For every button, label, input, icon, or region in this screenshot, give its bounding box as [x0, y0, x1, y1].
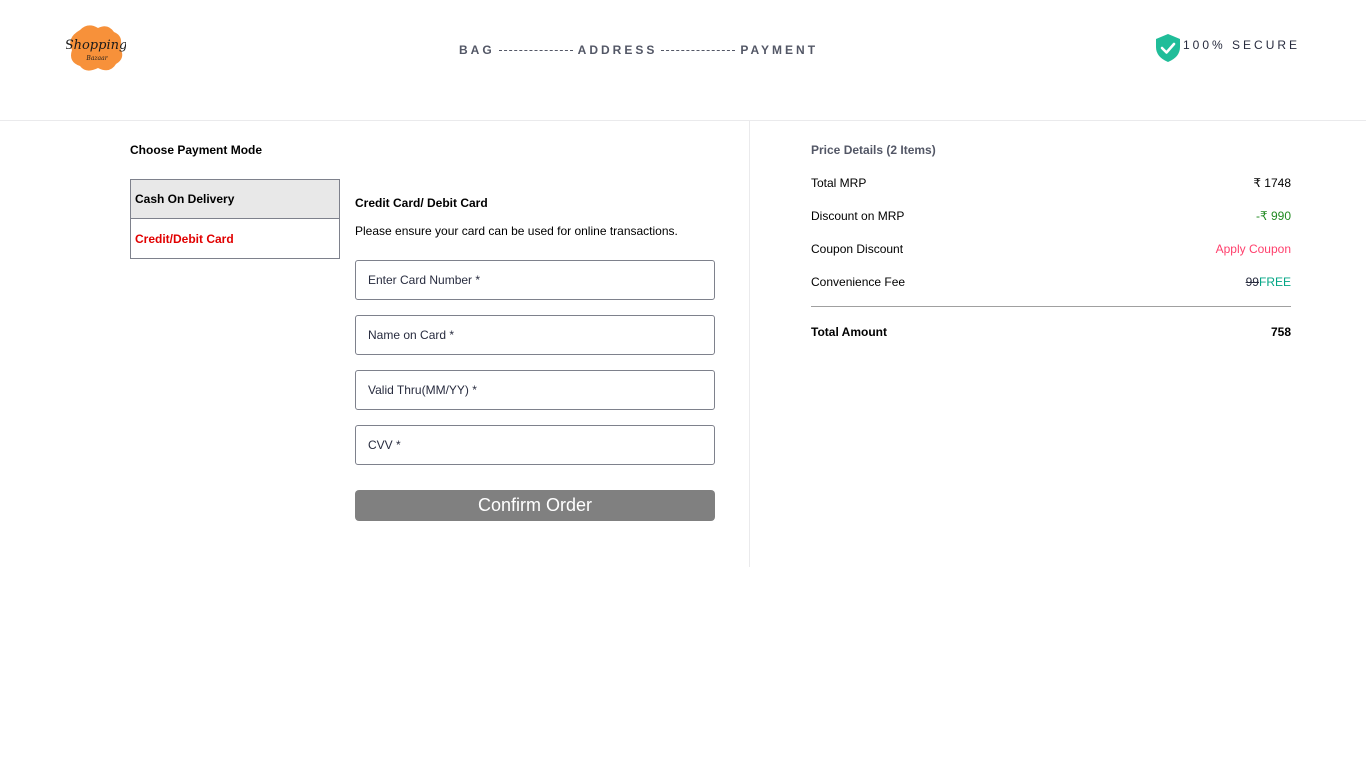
name-on-card-input[interactable] [355, 315, 715, 355]
tab-cash-on-delivery[interactable]: Cash On Delivery [130, 179, 340, 219]
tab-credit-debit-card[interactable]: Credit/Debit Card [130, 219, 340, 259]
price-row-label: Discount on MRP [811, 209, 905, 223]
confirm-order-button[interactable]: Confirm Order [355, 490, 715, 521]
checkout-header: Shopping Bazaar BAG ADDRESS PAYMENT 100%… [0, 0, 1366, 121]
checkout-steps: BAG ADDRESS PAYMENT [459, 42, 818, 58]
price-row-coupon: Coupon Discount Apply Coupon [811, 242, 1291, 256]
total-amount-label: Total Amount [811, 325, 887, 339]
logo-subtext: Bazaar [85, 55, 108, 62]
price-row-value: -₹ 990 [1256, 209, 1291, 223]
price-row-discount: Discount on MRP -₹ 990 [811, 209, 1291, 223]
price-row-label: Total MRP [811, 176, 867, 190]
apply-coupon-link[interactable]: Apply Coupon [1216, 242, 1291, 256]
price-details-section: Price Details (2 Items) Total MRP ₹ 1748… [751, 121, 1366, 567]
price-divider [811, 306, 1291, 307]
total-amount-row: Total Amount 758 [811, 325, 1291, 339]
step-payment[interactable]: PAYMENT [740, 43, 818, 57]
card-form-title: Credit Card/ Debit Card [355, 196, 488, 210]
price-row-label: Convenience Fee [811, 275, 906, 289]
logo-text: Shopping [66, 38, 126, 53]
cvv-input[interactable] [355, 425, 715, 465]
total-amount-value: 758 [1270, 325, 1291, 339]
secure-label: 100% SECURE [1183, 37, 1301, 52]
card-number-input[interactable] [355, 260, 715, 300]
price-details-title: Price Details (2 Items) [811, 143, 936, 157]
secure-badge: 100% SECURE [1155, 33, 1300, 68]
old-fee: 99 [1245, 275, 1259, 289]
step-address[interactable]: ADDRESS [578, 43, 658, 57]
price-row-value: ₹ 1748 [1253, 176, 1291, 190]
price-row-value: 99FREE [1246, 275, 1291, 289]
shield-check-icon [1155, 33, 1181, 68]
payment-section: Choose Payment Mode Cash On Delivery Cre… [0, 121, 750, 567]
free-fee: FREE [1258, 275, 1291, 289]
shopping-bazaar-logo[interactable]: Shopping Bazaar [65, 22, 127, 74]
step-bag[interactable]: BAG [459, 43, 495, 57]
price-row-label: Coupon Discount [811, 242, 904, 256]
step-divider [661, 49, 736, 51]
payment-mode-title: Choose Payment Mode [130, 143, 263, 157]
price-row-total-mrp: Total MRP ₹ 1748 [811, 176, 1291, 190]
step-divider [498, 49, 573, 51]
valid-thru-input[interactable] [355, 370, 715, 410]
card-form-note: Please ensure your card can be used for … [355, 224, 678, 238]
price-row-convenience-fee: Convenience Fee 99FREE [811, 275, 1291, 289]
